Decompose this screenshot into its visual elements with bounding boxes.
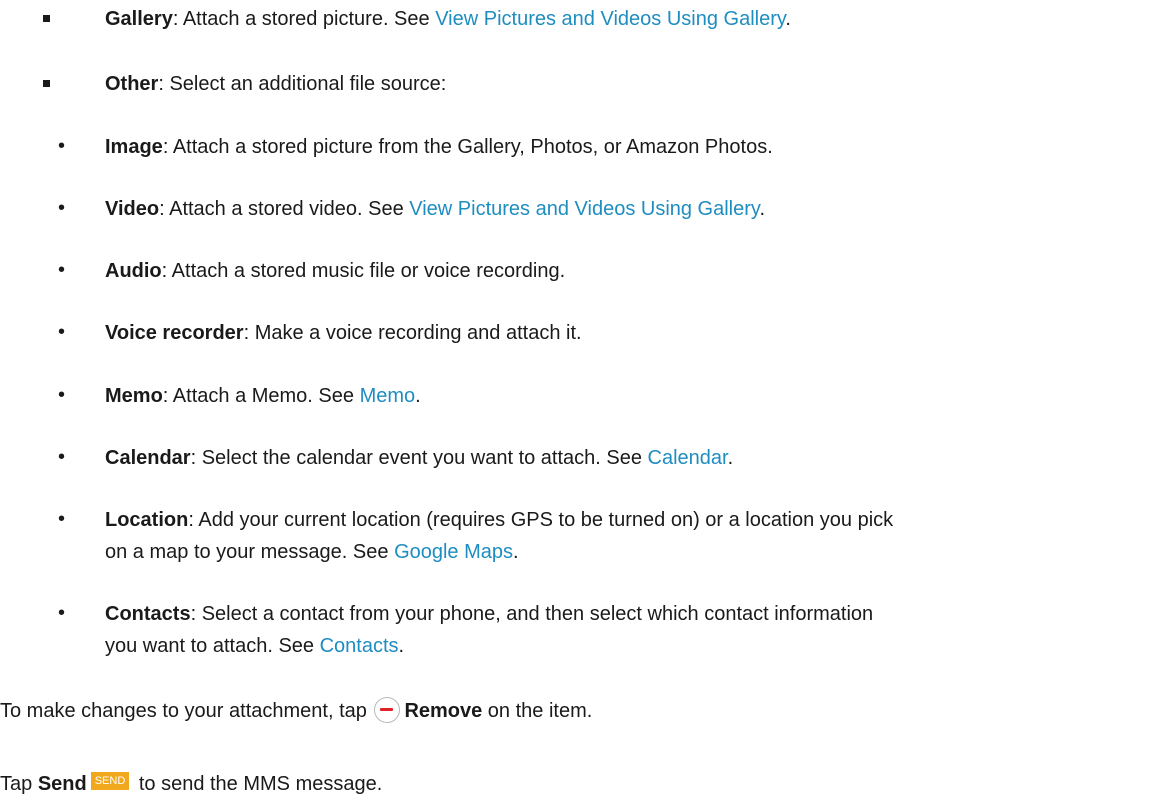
- remove-post-text: on the item.: [482, 700, 593, 722]
- link-calendar[interactable]: Calendar: [648, 447, 728, 469]
- list-item-calendar: Calendar: Select the calendar event you …: [105, 446, 733, 470]
- item-text: : Add your current location (requires GP…: [188, 509, 894, 531]
- list-item-audio: Audio: Attach a stored music file or voi…: [105, 259, 565, 283]
- term-image: Image: [105, 136, 163, 158]
- item-text-line2: you want to attach. See: [105, 635, 320, 657]
- list-item-location-line2: on a map to your message. See Google Map…: [105, 540, 519, 564]
- link-view-pictures-videos[interactable]: View Pictures and Videos Using Gallery: [435, 8, 785, 30]
- item-text: : Select the calendar event you want to …: [190, 447, 648, 469]
- item-text: : Attach a Memo. See: [162, 385, 360, 407]
- send-post-text: to send the MMS message.: [133, 773, 383, 795]
- item-end: .: [398, 635, 405, 657]
- item-text: : Select a contact from your phone, and …: [190, 603, 874, 625]
- term-send: Send: [37, 773, 87, 795]
- list-item-memo: Memo: Attach a Memo. See Memo.: [105, 384, 421, 408]
- term-location: Location: [105, 509, 189, 531]
- link-google-maps[interactable]: Google Maps: [394, 541, 513, 563]
- square-bullet: [43, 80, 50, 87]
- term-audio: Audio: [105, 260, 162, 282]
- link-contacts[interactable]: Contacts: [320, 635, 399, 657]
- square-bullet: [43, 15, 50, 22]
- list-item-video: Video: Attach a stored video. See View P…: [105, 197, 765, 221]
- send-button-image: SEND: [90, 772, 130, 790]
- other-text: : Select an additional file source:: [158, 73, 447, 95]
- term-memo: Memo: [105, 385, 163, 407]
- item-text-line2: on a map to your message. See: [105, 541, 395, 563]
- dot-bullet: •: [58, 197, 66, 219]
- link-memo[interactable]: Memo: [360, 385, 416, 407]
- term-voice-recorder: Voice recorder: [105, 322, 244, 344]
- link-view-pictures-videos[interactable]: View Pictures and Videos Using Gallery: [409, 198, 759, 220]
- gallery-end: .: [785, 8, 791, 30]
- term-video: Video: [105, 198, 160, 220]
- item-end: .: [727, 447, 734, 469]
- item-text: : Make a voice recording and attach it.: [243, 322, 582, 344]
- remove-icon: [374, 697, 401, 723]
- item-text: : Attach a stored video. See: [159, 198, 410, 220]
- remove-pre-text: To make changes to your attachment, tap: [0, 700, 373, 722]
- item-end: .: [415, 385, 421, 407]
- list-item-other: Other: Select an additional file source:: [105, 72, 446, 96]
- item-text: : Attach a stored picture from the Galle…: [162, 136, 773, 158]
- item-end: .: [513, 541, 519, 563]
- dot-bullet: •: [58, 508, 66, 530]
- dot-bullet: •: [58, 259, 66, 281]
- item-end: .: [759, 198, 765, 220]
- term-gallery: Gallery: [105, 8, 173, 30]
- term-remove: Remove: [404, 700, 483, 722]
- dot-bullet: •: [58, 135, 66, 157]
- remove-paragraph: To make changes to your attachment, tap …: [0, 697, 592, 723]
- item-text: : Attach a stored music file or voice re…: [161, 260, 566, 282]
- gallery-text: : Attach a stored picture. See: [172, 8, 436, 30]
- list-item-location: Location: Add your current location (req…: [105, 508, 893, 532]
- list-item-voice-recorder: Voice recorder: Make a voice recording a…: [105, 321, 582, 345]
- list-item-gallery: Gallery: Attach a stored picture. See Vi…: [105, 7, 791, 31]
- dot-bullet: •: [58, 446, 66, 468]
- list-item-contacts-line2: you want to attach. See Contacts.: [105, 634, 404, 658]
- dot-bullet: •: [58, 602, 66, 624]
- term-calendar: Calendar: [105, 447, 191, 469]
- dot-bullet: •: [58, 384, 66, 406]
- list-item-contacts: Contacts: Select a contact from your pho…: [105, 602, 873, 626]
- list-item-image: Image: Attach a stored picture from the …: [105, 135, 773, 159]
- send-paragraph: Tap Send SEND to send the MMS message.: [0, 772, 382, 796]
- dot-bullet: •: [58, 321, 66, 343]
- send-pre-text: Tap: [0, 773, 38, 795]
- term-other: Other: [105, 73, 159, 95]
- term-contacts: Contacts: [105, 603, 191, 625]
